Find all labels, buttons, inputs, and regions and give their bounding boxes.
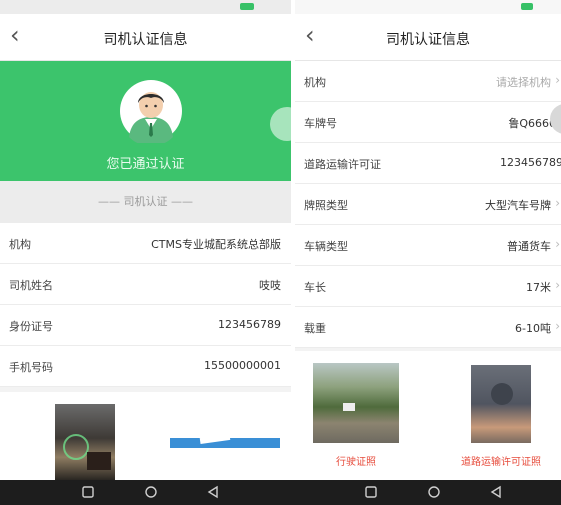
driver-info-list: 机构 CTMS专业城配系统总部版 司机姓名 吱吱 身份证号 123456789 … bbox=[0, 223, 291, 387]
battery-icon bbox=[521, 3, 533, 10]
row-label: 车牌号 bbox=[304, 117, 337, 130]
chevron-right-icon: › bbox=[555, 278, 560, 292]
photo-detail bbox=[199, 438, 231, 445]
right-photo-area: 行驶证照 道路运输许可证照 bbox=[295, 351, 561, 480]
status-bar bbox=[295, 0, 561, 14]
chevron-right-icon: › bbox=[555, 73, 560, 87]
header-bar: ‹ 司机认证信息 bbox=[0, 14, 291, 61]
battery-icon bbox=[240, 3, 254, 10]
system-navigation-bar bbox=[0, 480, 561, 505]
circle-icon[interactable] bbox=[144, 485, 158, 499]
floating-button[interactable] bbox=[270, 107, 291, 141]
row-label: 手机号码 bbox=[9, 361, 53, 374]
permit-caption: 道路运输许可证照 bbox=[461, 457, 541, 468]
row-value: 6-10吨 bbox=[515, 322, 551, 335]
section-divider: —— 司机认证 —— bbox=[0, 181, 291, 223]
row-label: 牌照类型 bbox=[304, 199, 348, 212]
right-screen: ‹ 司机认证信息 机构 请选择机构 › 车牌号 鲁Q66666 道路运输许可证 … bbox=[295, 0, 561, 480]
row-transport-permit: 道路运输许可证 123456789 bbox=[295, 143, 561, 184]
square-icon[interactable] bbox=[364, 485, 378, 499]
chevron-right-icon: › bbox=[555, 196, 560, 210]
row-plate-type[interactable]: 牌照类型 大型汽车号牌 › bbox=[295, 184, 561, 225]
square-icon[interactable] bbox=[81, 485, 95, 499]
license-photo[interactable] bbox=[55, 404, 115, 480]
permit-photo[interactable] bbox=[471, 365, 531, 443]
profile-header: 您已通过认证 bbox=[0, 61, 291, 181]
row-label: 道路运输许可证 bbox=[304, 158, 381, 171]
triangle-back-icon[interactable] bbox=[206, 485, 220, 499]
row-id-number: 身份证号 123456789 bbox=[0, 305, 291, 346]
row-organization[interactable]: 机构 请选择机构 › bbox=[295, 61, 561, 102]
document-photo[interactable] bbox=[170, 438, 280, 448]
circle-icon[interactable] bbox=[427, 485, 441, 499]
row-organization: 机构 CTMS专业城配系统总部版 bbox=[0, 223, 291, 264]
photo-detail bbox=[87, 452, 111, 470]
row-vehicle-type[interactable]: 车辆类型 普通货车 › bbox=[295, 225, 561, 266]
chevron-right-icon: › bbox=[555, 319, 560, 333]
row-label: 载重 bbox=[304, 322, 326, 335]
left-screen: ‹ 司机认证信息 您已通过认证 —— 司机认证 —— 机构 CTMS专业城配系统… bbox=[0, 0, 291, 480]
play-circle-icon bbox=[63, 434, 89, 460]
row-value: 17米 bbox=[526, 281, 551, 294]
triangle-back-icon[interactable] bbox=[489, 485, 503, 499]
chevron-right-icon: › bbox=[555, 237, 560, 251]
row-value: CTMS专业城配系统总部版 bbox=[151, 238, 281, 251]
status-bar bbox=[0, 0, 291, 14]
row-label: 车长 bbox=[304, 281, 326, 294]
driving-license-caption: 行驶证照 bbox=[336, 457, 376, 468]
header-bar: ‹ 司机认证信息 bbox=[295, 14, 561, 61]
row-label: 机构 bbox=[9, 238, 31, 251]
row-label: 身份证号 bbox=[9, 320, 53, 333]
organization-select[interactable]: 请选择机构 bbox=[496, 74, 551, 90]
row-label: 机构 bbox=[304, 76, 326, 89]
row-plate-number: 车牌号 鲁Q66666 bbox=[295, 102, 561, 143]
row-value: 大型汽车号牌 bbox=[485, 199, 551, 212]
left-photo-area bbox=[0, 392, 291, 480]
row-vehicle-length[interactable]: 车长 17米 › bbox=[295, 266, 561, 307]
row-phone: 手机号码 15500000001 bbox=[0, 346, 291, 387]
driving-license-photo[interactable] bbox=[313, 363, 399, 443]
vehicle-info-list: 机构 请选择机构 › 车牌号 鲁Q66666 道路运输许可证 123456789… bbox=[295, 61, 561, 348]
row-load[interactable]: 载重 6-10吨 › bbox=[295, 307, 561, 348]
photo-detail bbox=[491, 383, 513, 405]
row-value: 普通货车 bbox=[507, 240, 551, 253]
page-title: 司机认证信息 bbox=[386, 32, 470, 48]
row-value: 123456789 bbox=[218, 318, 281, 331]
user-avatar-icon bbox=[120, 80, 182, 143]
row-value: 15500000001 bbox=[204, 359, 281, 372]
page-title: 司机认证信息 bbox=[103, 32, 188, 48]
verified-status-label: 您已通过认证 bbox=[106, 157, 185, 172]
row-label: 司机姓名 bbox=[9, 279, 53, 292]
row-value: 吱吱 bbox=[259, 279, 281, 292]
row-value: 123456789 bbox=[500, 156, 561, 169]
row-driver-name: 司机姓名 吱吱 bbox=[0, 264, 291, 305]
row-label: 车辆类型 bbox=[304, 240, 348, 253]
photo-detail bbox=[343, 403, 355, 411]
